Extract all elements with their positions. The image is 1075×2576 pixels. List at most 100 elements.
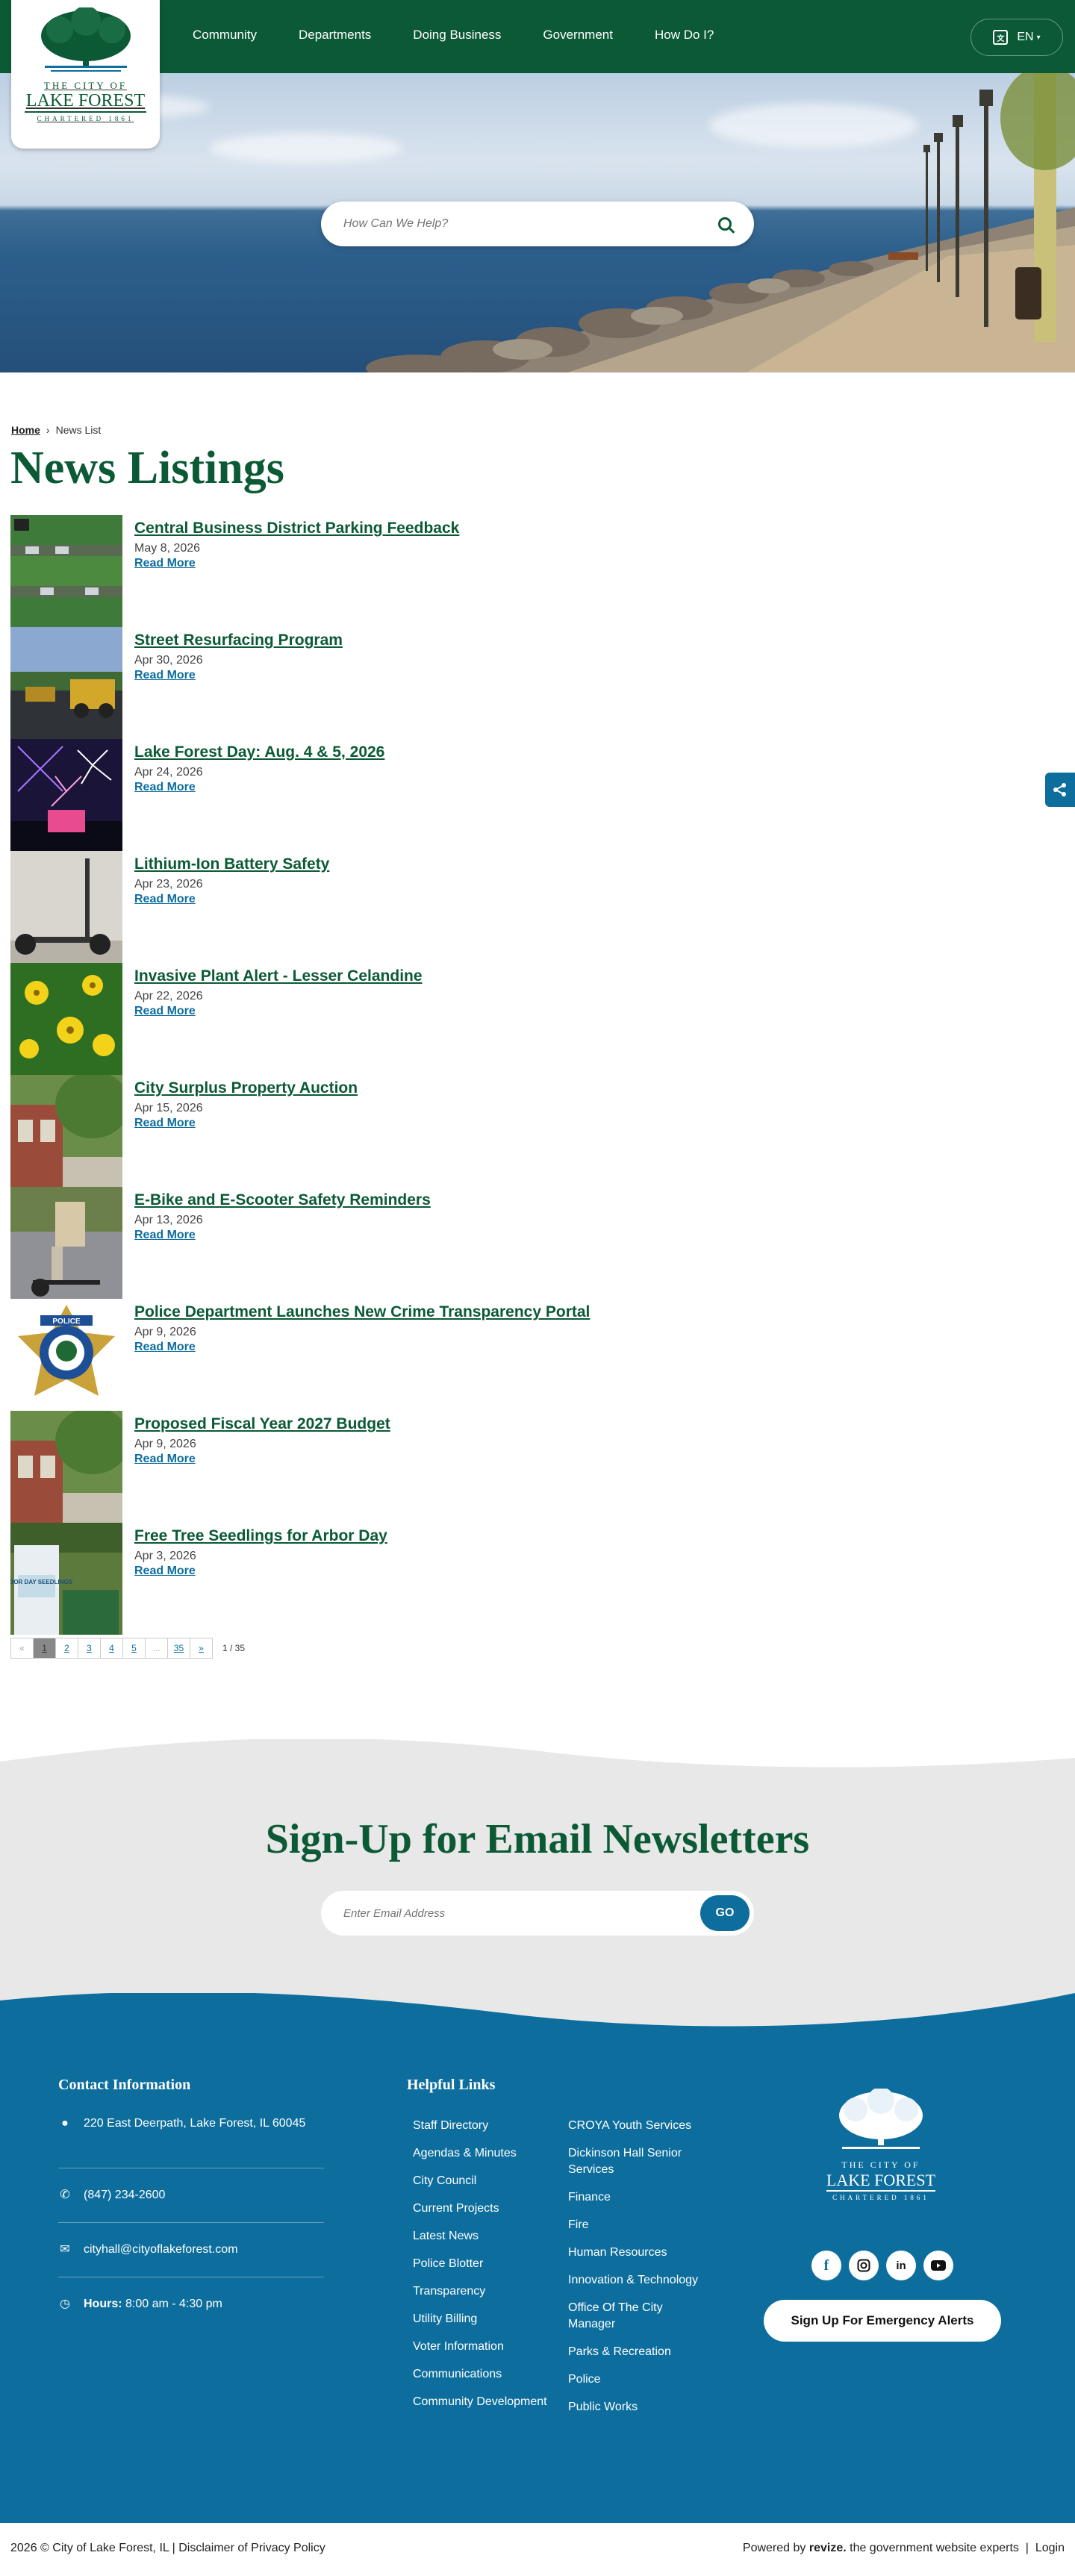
read-more-link[interactable]: Read More	[134, 669, 343, 682]
footer-link[interactable]: Fire	[568, 2217, 710, 2233]
news-item: Street Resurfacing Program Apr 30, 2026 Re…	[10, 627, 682, 739]
go-button[interactable]: GO	[700, 1895, 750, 1931]
news-title-link[interactable]: Free Tree Seedlings for Arbor Day	[134, 1527, 387, 1545]
footer-link[interactable]: Agendas & Minutes	[413, 2145, 547, 2162]
news-title-link[interactable]: Police Department Launches New Crime Tra…	[134, 1303, 590, 1321]
pagination-page[interactable]: 2	[55, 1638, 78, 1659]
news-title-link[interactable]: Lake Forest Day: Aug. 4 & 5, 2026	[134, 743, 384, 761]
footer-link[interactable]: Public Works	[568, 2399, 710, 2416]
footer-link[interactable]: Police	[568, 2371, 710, 2388]
footer-link[interactable]: CROYA Youth Services	[568, 2118, 710, 2134]
instagram-icon[interactable]	[849, 2251, 879, 2280]
footer-link[interactable]: Voter Information	[413, 2339, 547, 2355]
read-more-link[interactable]: Read More	[134, 893, 329, 906]
news-title-link[interactable]: Street Resurfacing Program	[134, 631, 343, 649]
nav-how-do-i[interactable]: How Do I?	[655, 28, 714, 43]
email-link[interactable]: ✉ cityhall@cityoflakeforest.com	[58, 2240, 324, 2259]
nav-doing-business[interactable]: Doing Business	[413, 28, 501, 43]
pagination-page[interactable]: 1	[33, 1638, 56, 1659]
news-date: Apr 9, 2026	[134, 1438, 196, 1450]
footer-link[interactable]: Police Blotter	[413, 2256, 547, 2272]
footer-link[interactable]: Communications	[413, 2366, 547, 2383]
read-more-link[interactable]: Read More	[134, 1453, 390, 1466]
footer-logo[interactable]: THE CITY OF LAKE FOREST CHARTERED 1861	[821, 2087, 941, 2201]
phone[interactable]: ✆ (847) 234-2600	[58, 2186, 324, 2204]
news-thumbnail[interactable]	[10, 515, 122, 627]
pagination-next[interactable]: »	[190, 1638, 213, 1659]
chevron-down-icon: ▾	[1036, 33, 1041, 42]
nav-community[interactable]: Community	[193, 28, 257, 43]
language-selector[interactable]: 文 EN ▾	[970, 19, 1063, 56]
news-thumbnail[interactable]	[10, 851, 122, 963]
linkedin-icon[interactable]: in	[886, 2251, 916, 2280]
email-text: cityhall@cityoflakeforest.com	[84, 2243, 238, 2256]
login-link[interactable]: Login	[1035, 2542, 1065, 2554]
news-date: Apr 23, 2026	[134, 878, 203, 891]
read-more-link[interactable]: Read More	[134, 1229, 431, 1242]
footer-link[interactable]: Finance	[568, 2189, 710, 2206]
news-thumbnail[interactable]	[10, 739, 122, 851]
news-thumbnail[interactable]	[10, 1075, 122, 1187]
newsletter-heading: Sign-Up for Email Newsletters	[265, 1816, 810, 1862]
footer-link[interactable]: Human Resources	[568, 2245, 710, 2261]
pagination-prev[interactable]: «	[10, 1638, 34, 1659]
nav-departments[interactable]: Departments	[299, 28, 371, 43]
footer-bottom-bar: 2026 © City of Lake Forest, IL | Disclai…	[0, 2523, 1075, 2576]
footer-link[interactable]: Parks & Recreation	[568, 2344, 710, 2360]
news-date: Apr 9, 2026	[134, 1326, 196, 1338]
pagination-page[interactable]: 4	[100, 1638, 123, 1659]
emergency-alerts-button[interactable]: Sign Up For Emergency Alerts	[764, 2300, 1001, 2342]
read-more-link[interactable]: Read More	[134, 781, 384, 794]
search-icon[interactable]	[718, 217, 732, 231]
breadcrumb-current: News List	[55, 424, 102, 436]
footer-link[interactable]: Transparency	[413, 2283, 547, 2300]
news-title-link[interactable]: Lithium-Ion Battery Safety	[134, 855, 329, 873]
news-thumbnail[interactable]	[10, 963, 122, 1075]
search-input[interactable]	[343, 217, 718, 231]
powered-label: Powered by	[742, 2542, 806, 2554]
news-thumbnail[interactable]	[10, 1187, 122, 1299]
pagination-page[interactable]: 35	[167, 1638, 190, 1659]
share-button[interactable]	[1045, 773, 1075, 807]
news-thumbnail[interactable]: ARBOR DAY SEEDLINGS	[10, 1523, 122, 1635]
news-title-link[interactable]: E-Bike and E-Scooter Safety Reminders	[134, 1191, 431, 1209]
facebook-icon[interactable]: f	[811, 2251, 841, 2280]
footer-link[interactable]: Office Of The City Manager	[568, 2300, 710, 2333]
news-date: Apr 13, 2026	[134, 1214, 203, 1226]
oak-tree-icon	[839, 2087, 923, 2149]
footer-link[interactable]: City Council	[413, 2173, 547, 2189]
read-more-link[interactable]: Read More	[134, 1565, 387, 1578]
pagination-page[interactable]: 5	[122, 1638, 146, 1659]
news-title-link[interactable]: Proposed Fiscal Year 2027 Budget	[134, 1415, 390, 1433]
nav-government[interactable]: Government	[543, 28, 613, 43]
read-more-link[interactable]: Read More	[134, 1341, 590, 1354]
news-title-link[interactable]: Central Business District Parking Feedba…	[134, 520, 459, 537]
footer-link[interactable]: Current Projects	[413, 2201, 547, 2217]
youtube-icon[interactable]	[923, 2251, 953, 2280]
email-input[interactable]	[343, 1906, 700, 1920]
breadcrumb-home[interactable]: Home	[11, 424, 40, 436]
newsletter-form: GO	[321, 1891, 754, 1936]
news-thumbnail[interactable]: POLICE	[10, 1299, 122, 1411]
news-item: Invasive Plant Alert - Lesser Celandine A…	[10, 963, 682, 1075]
footer-link[interactable]: Latest News	[413, 2228, 547, 2245]
pagination-count: 1 / 35	[222, 1643, 246, 1653]
news-title-link[interactable]: Invasive Plant Alert - Lesser Celandine	[134, 967, 423, 985]
news-thumbnail[interactable]	[10, 627, 122, 739]
site-logo[interactable]: THE CITY OF LAKE FOREST CHARTERED 1861	[11, 0, 160, 149]
read-more-link[interactable]: Read More	[134, 1117, 358, 1130]
logo-line-3: CHARTERED 1861	[37, 115, 134, 122]
copyright[interactable]: 2026 © City of Lake Forest, IL | Disclai…	[10, 2542, 325, 2555]
footer-link[interactable]: Staff Directory	[413, 2118, 547, 2134]
hours: ◷ Hours: 8:00 am - 4:30 pm	[58, 2295, 324, 2313]
footer-link[interactable]: Community Development	[413, 2394, 547, 2410]
footer-link[interactable]: Utility Billing	[413, 2311, 547, 2327]
news-title-link[interactable]: City Surplus Property Auction	[134, 1079, 358, 1097]
footer-link[interactable]: Innovation & Technology	[568, 2272, 710, 2289]
footer-link[interactable]: Dickinson Hall Senior Services	[568, 2145, 710, 2178]
read-more-link[interactable]: Read More	[134, 557, 459, 570]
news-thumbnail[interactable]	[10, 1411, 122, 1523]
read-more-link[interactable]: Read More	[134, 1005, 423, 1018]
pagination-page[interactable]: 3	[78, 1638, 101, 1659]
revize-brand[interactable]: revize.	[809, 2542, 847, 2554]
